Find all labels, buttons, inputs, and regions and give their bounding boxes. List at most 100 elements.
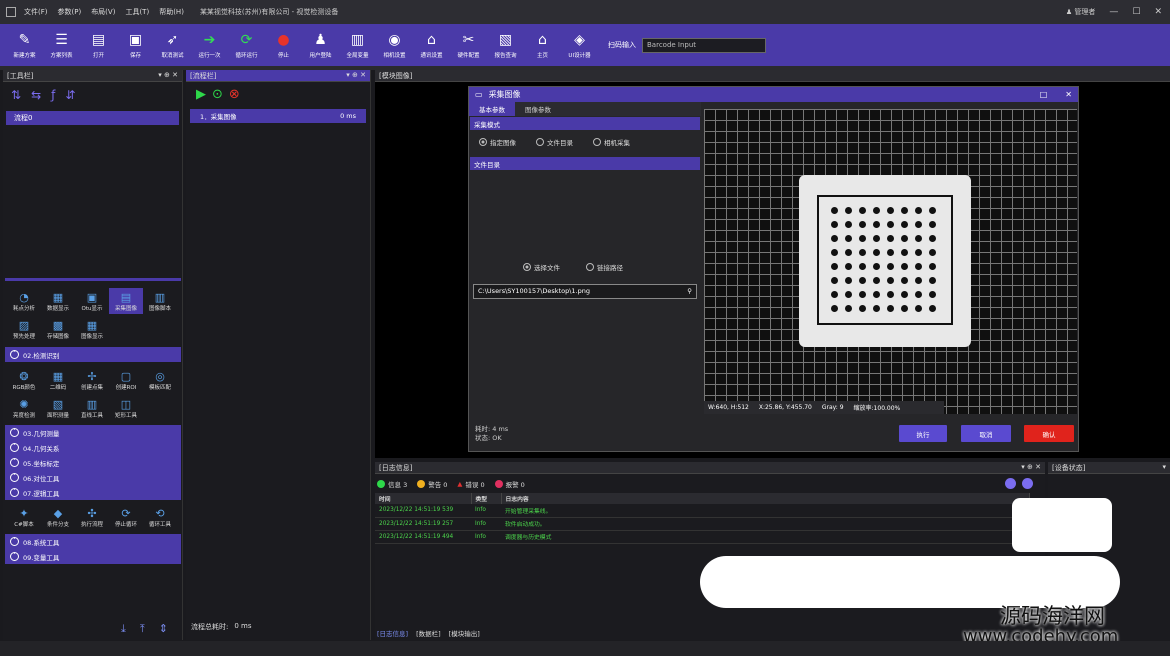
menu-tools[interactable]: 工具(T) <box>125 7 149 17</box>
tool-item[interactable]: ✺ 亮度检测 <box>7 395 41 421</box>
toolbar-button-12[interactable]: ✂ 硬件配置 <box>450 25 487 65</box>
toolbar-button-0[interactable]: ✎ 新建方案 <box>6 25 43 65</box>
tool-item[interactable]: ◎ 模板匹配 <box>143 367 177 393</box>
tab-image-params[interactable]: 图像参数 <box>515 102 561 116</box>
toolbar-button-7[interactable]: ● 停止 <box>265 25 302 65</box>
execute-button[interactable]: 执行 <box>899 425 947 442</box>
tool-item[interactable]: ▥ 图像脚本 <box>143 288 177 314</box>
filter-info[interactable]: 信息 3 <box>377 478 407 489</box>
tool-item[interactable]: ▧ 面积测量 <box>41 395 75 421</box>
tab-module-output[interactable]: [模块输出] <box>449 628 480 638</box>
category-item[interactable]: ˇ 08.系统工具 <box>5 534 181 549</box>
tool-item[interactable]: ❂ RGB颜色 <box>7 367 41 393</box>
toolbar-button-14[interactable]: ⌂ 主页 <box>524 25 561 65</box>
expand-icon[interactable]: ⇕ <box>159 622 168 636</box>
category-item[interactable]: ˇ 06.对位工具 <box>5 470 181 485</box>
tool-item[interactable]: ▦ 数据显示 <box>41 288 75 314</box>
barcode-input[interactable]: Barcode Input <box>642 37 766 53</box>
tool-item[interactable]: ◆ 条件分支 <box>41 504 75 530</box>
toolbar-button-1[interactable]: ☰ 方案列表 <box>43 25 80 65</box>
category-detect[interactable]: ˆ 02.检测识别 <box>5 347 181 362</box>
menu-params[interactable]: 参数(P) <box>58 7 82 17</box>
category-item[interactable]: ˇ 07.逻辑工具 <box>5 485 181 500</box>
filter-warning[interactable]: 警告 0 <box>417 478 447 489</box>
toolbar-button-3[interactable]: ▣ 保存 <box>117 25 154 65</box>
toolbar-button-4[interactable]: ➶ 取消测试 <box>154 25 191 65</box>
tab-log-info[interactable]: [日志信息] <box>377 628 408 638</box>
toolbar-button-6[interactable]: ⟳ 循环运行 <box>228 25 265 65</box>
category-item[interactable]: ˇ 05.坐标标定 <box>5 455 181 470</box>
category-item[interactable]: ˇ 09.变量工具 <box>5 549 181 564</box>
tool-item[interactable]: ✢ 创建点集 <box>75 367 109 393</box>
radio-file-directory[interactable]: 文件目录 <box>536 137 573 147</box>
image-preview[interactable]: W:640, H:512 X:25.86, Y:455.70 Gray: 9 缩… <box>704 109 1077 414</box>
toolbar-button-8[interactable]: ♟ 用户登陆 <box>302 25 339 65</box>
tool-item[interactable]: ▦ 二维码 <box>41 367 75 393</box>
flow-list-item[interactable]: 流程0 <box>6 111 179 125</box>
radio-link-path[interactable]: 链接路径 <box>586 262 623 272</box>
function-icon[interactable]: ƒ <box>51 88 55 102</box>
flow-settings-icon[interactable]: ⇵ <box>65 88 75 102</box>
tool-item[interactable]: ▤ 采集图像 <box>109 288 143 314</box>
panel-pin-icon[interactable]: ▾ ⊕ ✕ <box>158 71 178 80</box>
run-once-icon[interactable]: ▶ <box>196 87 206 102</box>
move-down-icon[interactable]: ⤓ <box>121 622 126 636</box>
log-row[interactable]: 2023/12/22 14:51:19 539 Info 开始管理采集线。 <box>375 504 1030 518</box>
cancel-button[interactable]: 取消 <box>961 425 1011 442</box>
radio-select-file[interactable]: 选择文件 <box>523 262 560 272</box>
close-icon[interactable]: ✕ <box>1154 7 1162 17</box>
tool-item[interactable]: ⟲ 循环工具 <box>143 504 177 530</box>
filter-alarm[interactable]: 报警 0 <box>494 478 525 489</box>
dialog-close-icon[interactable]: ✕ <box>1065 90 1072 99</box>
dialog-maximize-icon[interactable]: □ <box>1040 90 1048 99</box>
category-item[interactable]: ˇ 04.几何关系 <box>5 440 181 455</box>
toolbar-button-10[interactable]: ◉ 相机设置 <box>376 25 413 65</box>
toolbar-button-2[interactable]: ▤ 打开 <box>80 25 117 65</box>
delete-flow-icon[interactable]: ⇆ <box>31 88 41 102</box>
tool-item[interactable]: ⟳ 停止循环 <box>109 504 143 530</box>
toolbar-button-5[interactable]: ➔ 运行一次 <box>191 25 228 65</box>
search-icon[interactable]: ⚲ <box>687 287 692 296</box>
menu-file[interactable]: 文件(F) <box>24 7 48 17</box>
scroll-down-icon[interactable] <box>1022 478 1033 489</box>
log-row[interactable]: 2023/12/22 14:51:19 257 Info 软件启动成功。 <box>375 517 1030 531</box>
tab-data[interactable]: [数据栏] <box>416 628 441 638</box>
panel-pin-icon[interactable]: ▾ ⊕ ✕ <box>1021 463 1041 472</box>
panel-pin-icon[interactable]: ▾ ⊕ ✕ <box>346 71 366 80</box>
tool-item[interactable]: ▢ 创建ROI <box>109 367 143 393</box>
filter-error[interactable]: ▲ 错误 0 <box>457 478 484 489</box>
log-row[interactable]: 2023/12/22 14:51:19 494 Info 调度器与历史模式 <box>375 530 1030 544</box>
scroll-up-icon[interactable] <box>1005 478 1016 489</box>
user-badge[interactable]: ♟ 管理者 <box>1066 7 1096 17</box>
tool-item[interactable]: ▦ 图像显示 <box>75 316 109 342</box>
tool-item[interactable]: ▥ 直线工具 <box>75 395 109 421</box>
tool-item[interactable]: ✦ C#脚本 <box>7 504 41 530</box>
toolbar-button-15[interactable]: ◈ UI设计器 <box>561 25 598 65</box>
tab-basic-params[interactable]: 基本参数 <box>469 102 515 116</box>
radio-camera-capture[interactable]: 相机采集 <box>593 137 630 147</box>
confirm-button[interactable]: 确认 <box>1024 425 1074 442</box>
maximize-icon[interactable]: ☐ <box>1132 7 1140 17</box>
radio-specified-image[interactable]: 指定图像 <box>479 137 516 147</box>
panel-splitter[interactable] <box>5 278 181 281</box>
dropdown-icon[interactable]: ▾ <box>1162 463 1166 472</box>
menu-layout[interactable]: 布局(V) <box>91 7 115 17</box>
minimize-icon[interactable]: — <box>1109 7 1118 17</box>
add-flow-icon[interactable]: ⇅ <box>11 88 21 102</box>
tool-item[interactable]: ▨ 预先处理 <box>7 316 41 342</box>
tool-item[interactable]: ▩ 存储图像 <box>41 316 75 342</box>
tool-item[interactable]: ◔ 耗点分析 <box>7 288 41 314</box>
toolbar-button-13[interactable]: ▧ 报告查询 <box>487 25 524 65</box>
move-up-icon[interactable]: ⤒ <box>140 622 145 636</box>
tool-item[interactable]: ✣ 执行流程 <box>75 504 109 530</box>
file-path-input[interactable]: C:\Users\SY100157\Desktop\1.png ⚲ <box>473 284 697 299</box>
toolbar-button-9[interactable]: ▥ 全局变量 <box>339 25 376 65</box>
tool-item[interactable]: ▣ Otu显示 <box>75 288 109 314</box>
category-item[interactable]: ˇ 03.几何测量 <box>5 425 181 440</box>
stop-icon[interactable]: ⊗ <box>229 87 240 102</box>
tool-item[interactable]: ◫ 矩形工具 <box>109 395 143 421</box>
run-loop-icon[interactable]: ⊙ <box>212 87 223 102</box>
menu-help[interactable]: 帮助(H) <box>159 7 184 17</box>
flow-step-item[interactable]: 1．采集图像 0 ms <box>190 109 366 123</box>
toolbar-button-11[interactable]: ⌂ 通讯设置 <box>413 25 450 65</box>
